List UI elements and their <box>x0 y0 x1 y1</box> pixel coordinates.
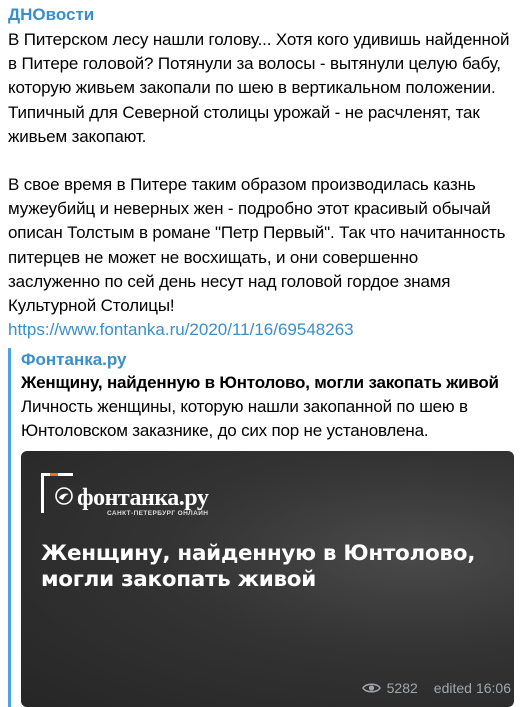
bird-icon <box>55 487 73 506</box>
preview-image[interactable]: фонтанка.ру САНКТ-ПЕТЕРБУРГ ОНЛАЙН Женщи… <box>21 451 514 707</box>
image-headline: Женщину, найденную в Юнтолово, могли зак… <box>41 541 476 593</box>
channel-post: ДНОвости В Питерском лесу нашли голову..… <box>0 0 520 707</box>
post-meta: 5282 edited 16:06 <box>361 679 511 697</box>
link-preview[interactable]: Фонтанка.ру Женщину, найденную в Юнтолов… <box>8 348 514 707</box>
logo-text: фонтанка.ру <box>77 485 209 512</box>
post-paragraph-1: В Питерском лесу нашли голову... Хотя ко… <box>8 30 510 146</box>
post-paragraph-2: В свое время в Питере таким образом прои… <box>8 175 506 316</box>
eye-icon <box>361 683 381 693</box>
edited-label: edited <box>433 680 472 696</box>
preview-description: Личность женщины, которую нашли закопанн… <box>21 397 468 441</box>
channel-name[interactable]: ДНОвости <box>8 4 514 26</box>
post-time: 16:06 <box>475 680 511 696</box>
article-link[interactable]: https://www.fontanka.ru/2020/11/16/69548… <box>8 318 514 342</box>
logo-subtext: САНКТ-ПЕТЕРБУРГ ОНЛАЙН <box>107 510 209 518</box>
preview-title: Женщину, найденную в Юнтолово, могли зак… <box>21 373 499 393</box>
view-count: 5282 <box>386 680 418 696</box>
fontanka-logo: фонтанка.ру САНКТ-ПЕТЕРБУРГ ОНЛАЙН <box>41 473 217 519</box>
preview-site-name: Фонтанка.ру <box>21 350 127 370</box>
